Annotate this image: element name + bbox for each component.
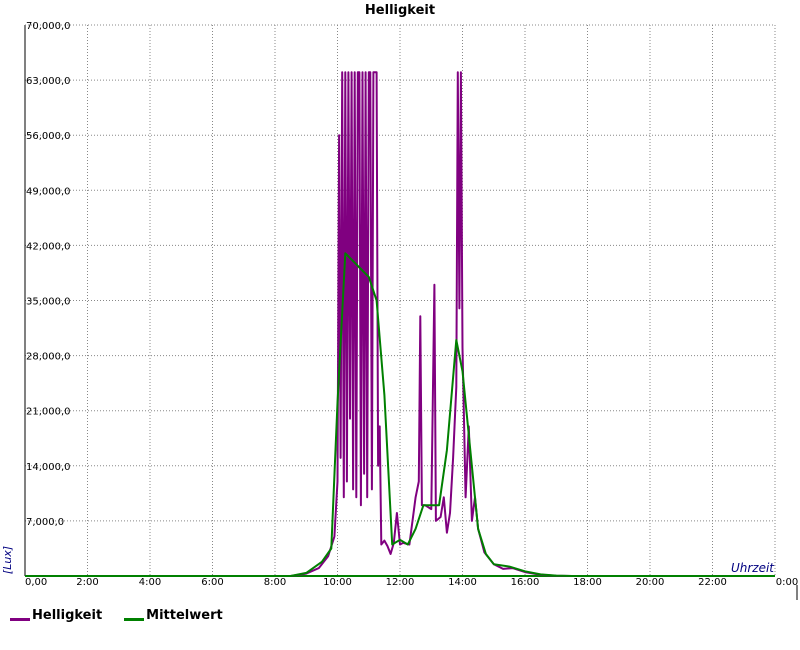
x-tick-label: 0:00 [776, 577, 798, 588]
y-axis-label: [Lux] [1, 546, 14, 574]
x-tick-labels: 0,00 2:00 4:00 6:00 8:00 10:00 12:00 14:00 16:00… [25, 577, 798, 588]
legend-item-mittelwert[interactable]: Mittelwert [124, 608, 223, 623]
x-axis-label: Uhrzeit [731, 561, 775, 575]
y-tick-label: 63,000,0 [26, 76, 71, 87]
legend-swatch-mittelwert [124, 618, 145, 621]
x-tick-label: 0,00 [25, 577, 47, 588]
y-tick-label: 35,000,0 [26, 297, 71, 308]
grid-lines [25, 24, 776, 576]
x-tick-label: 18:00 [573, 577, 602, 588]
y-tick-label: 7,000,0 [26, 517, 64, 528]
y-tick-label: 56,000,0 [26, 131, 71, 142]
y-tick-label: 49,000,0 [26, 186, 71, 197]
series-layer [25, 71, 775, 577]
plot-frame [24, 24, 798, 600]
series-line-helligkeit [25, 71, 775, 577]
chart-title: Helligkeit [365, 3, 435, 18]
x-tick-label: 12:00 [386, 577, 415, 588]
legend-item-helligkeit[interactable]: Helligkeit [10, 608, 102, 623]
legend-label-helligkeit: Helligkeit [32, 608, 103, 623]
legend-swatch-helligkeit [10, 618, 30, 621]
x-tick-label: 20:00 [636, 577, 665, 588]
x-tick-label: 6:00 [201, 577, 223, 588]
y-tick-label: 70,000,0 [26, 21, 71, 32]
chart-svg: Helligkeit 7,000,0 14,000,0 21,000,0 28,000… [1, 3, 798, 600]
x-tick-label: 8:00 [264, 577, 286, 588]
x-tick-label: 16:00 [511, 577, 540, 588]
x-tick-label: 22:00 [698, 577, 727, 588]
y-tick-label: 14,000,0 [26, 462, 71, 473]
x-tick-label: 2:00 [76, 577, 98, 588]
y-tick-label: 28,000,0 [26, 352, 71, 363]
legend: Helligkeit Mittelwert [10, 608, 223, 623]
y-tick-label: 42,000,0 [26, 241, 71, 252]
x-tick-label: 4:00 [139, 577, 161, 588]
y-tick-labels: 7,000,0 14,000,0 21,000,0 28,000,0 35,000,0 4… [26, 21, 71, 528]
x-tick-label: 10:00 [323, 577, 352, 588]
y-tick-label: 21,000,0 [26, 407, 71, 418]
legend-label-mittelwert: Mittelwert [146, 608, 223, 623]
x-tick-label: 14:00 [448, 577, 477, 588]
